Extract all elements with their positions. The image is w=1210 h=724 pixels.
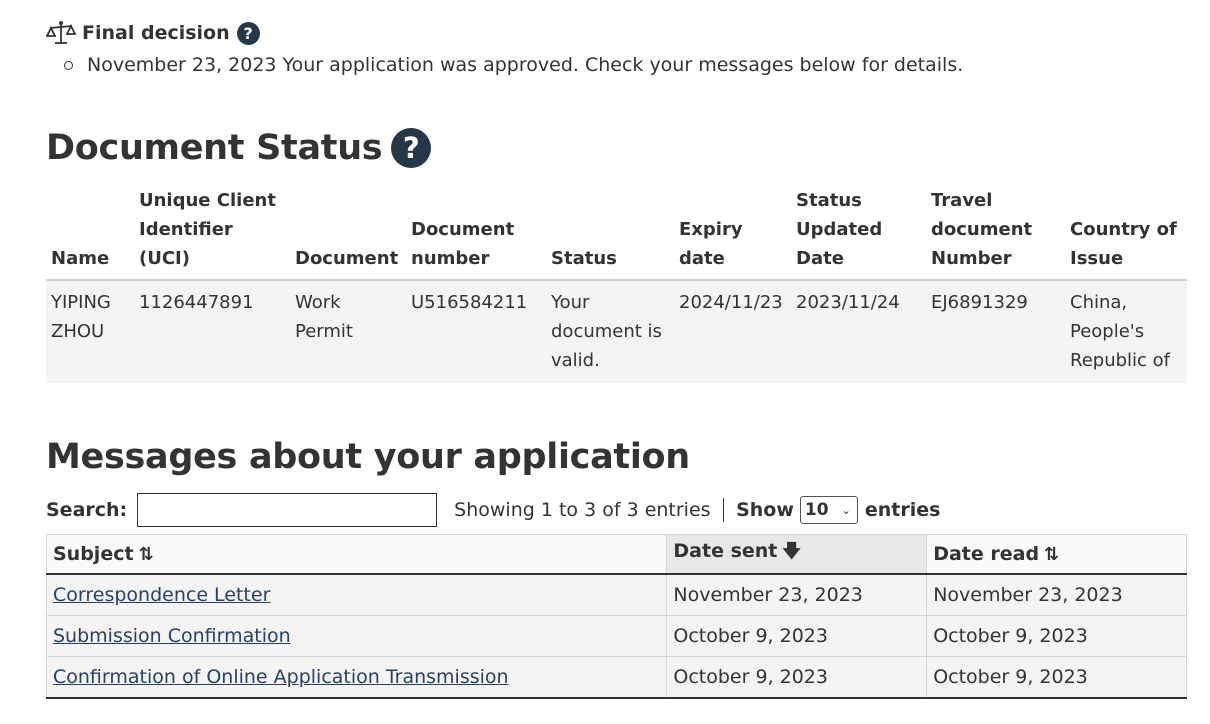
cell-travel-document-number: EJ6891329	[926, 280, 1065, 383]
page-length-select[interactable]: 10 ⌄	[799, 496, 858, 524]
circle-bullet-icon	[64, 60, 73, 70]
col-header-subject[interactable]: Subject ⇅	[45, 534, 668, 575]
cell-expiry-date: 2024/11/23	[674, 280, 791, 383]
col-header-name: Name	[51, 248, 110, 269]
col-header-document: Document	[295, 248, 399, 269]
table-row: YIPING ZHOU 1126447891 Work Permit U5165…	[46, 280, 1187, 383]
balance-scale-icon	[45, 20, 77, 46]
page-length-value: 10	[804, 500, 829, 520]
message-link[interactable]: Submission Confirmation	[53, 625, 291, 647]
cell-subject: Correspondence Letter	[45, 573, 668, 616]
cell-document-number: U516584211	[406, 280, 546, 383]
document-status-title: Document Status	[46, 128, 383, 168]
cell-subject: Confirmation of Online Application Trans…	[45, 656, 668, 699]
table-row: Submission Confirmation October 9, 2023 …	[45, 615, 1187, 657]
document-status-heading: Document Status ?	[46, 128, 432, 168]
final-decision-title: Final decision	[82, 22, 230, 44]
cell-date-read: October 9, 2023	[926, 656, 1187, 699]
entries-info: Showing 1 to 3 of 3 entries	[454, 499, 711, 521]
cell-name: YIPING ZHOU	[46, 280, 134, 383]
col-header-travel-document-number: Travel document Number	[931, 190, 1033, 269]
cell-date-sent: October 9, 2023	[666, 615, 928, 657]
cell-uci: 1126447891	[134, 280, 290, 383]
col-header-expiry-date: Expiry date	[679, 219, 743, 269]
search-input[interactable]	[137, 493, 438, 527]
chevron-down-icon: ⌄	[841, 503, 851, 517]
col-header-status: Status	[551, 248, 617, 269]
search-label: Search:	[46, 499, 128, 521]
col-header-status-updated-date: Status Updated Date	[796, 190, 883, 269]
date-sent-header-label: Date sent	[673, 540, 778, 562]
final-decision-heading: Final decision ?	[45, 18, 260, 48]
divider	[722, 498, 725, 522]
final-decision-help-icon[interactable]: ?	[236, 21, 260, 45]
cell-country-of-issue: China, People's Republic of	[1065, 280, 1187, 383]
cell-date-sent: November 23, 2023	[666, 573, 928, 616]
col-header-document-number: Document number	[411, 219, 515, 269]
cell-date-read: October 9, 2023	[926, 615, 1187, 657]
cell-status-updated-date: 2023/11/24	[791, 280, 926, 383]
col-header-date-read[interactable]: Date read ⇅	[926, 534, 1187, 575]
cell-date-read: November 23, 2023	[926, 573, 1187, 616]
final-decision-item: November 23, 2023 Your application was a…	[64, 54, 963, 76]
table-row: Confirmation of Online Application Trans…	[45, 656, 1187, 699]
sort-icon: ⇅	[138, 544, 154, 565]
date-read-header-label: Date read	[933, 543, 1040, 565]
sort-icon: ⇅	[1044, 544, 1060, 565]
messages-table-controls: Search: Showing 1 to 3 of 3 entries Show…	[46, 490, 940, 530]
entries-label: entries	[864, 499, 941, 521]
messages-table: Subject ⇅ Date sent 🡇 Date read ⇅ Correspon…	[45, 534, 1187, 699]
col-header-country-of-issue: Country of Issue	[1070, 219, 1177, 269]
cell-date-sent: October 9, 2023	[666, 656, 928, 699]
table-row: Correspondence Letter November 23, 2023 …	[45, 573, 1187, 616]
final-decision-text: November 23, 2023 Your application was a…	[87, 54, 964, 76]
document-status-table: Name Unique Client Identifier (UCI) Docu…	[46, 186, 1187, 383]
show-label: Show	[736, 499, 794, 521]
cell-subject: Submission Confirmation	[45, 615, 668, 657]
sort-desc-icon: 🡇	[782, 541, 801, 562]
document-status-help-icon[interactable]: ?	[391, 128, 432, 168]
cell-document: Work Permit	[290, 280, 406, 383]
message-link[interactable]: Confirmation of Online Application Trans…	[53, 666, 509, 688]
message-link[interactable]: Correspondence Letter	[53, 584, 270, 606]
messages-title: Messages about your application	[46, 437, 690, 477]
subject-header-label: Subject	[53, 543, 134, 565]
col-header-uci: Unique Client Identifier (UCI)	[139, 190, 276, 269]
col-header-date-sent[interactable]: Date sent 🡇	[666, 534, 928, 575]
cell-status: Your document is valid.	[546, 280, 674, 383]
